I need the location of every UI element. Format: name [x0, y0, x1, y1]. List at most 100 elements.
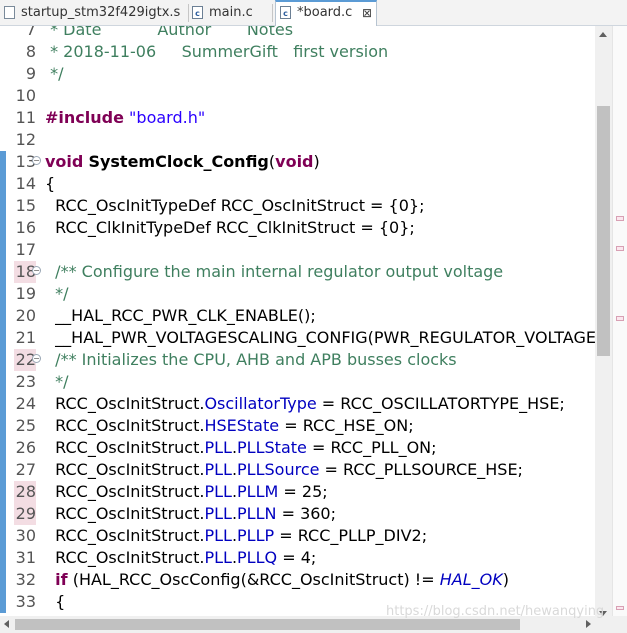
code-line[interactable]: 18− /** Configure the main internal regu…: [0, 261, 595, 283]
fold-toggle-icon[interactable]: −: [32, 266, 41, 275]
code-text: * Date Author Notes: [45, 26, 293, 41]
code-line[interactable]: 23 */: [0, 371, 595, 393]
code-text: {: [45, 173, 55, 195]
horizontal-scroll-thumb[interactable]: [15, 619, 520, 630]
line-number: 29: [14, 503, 36, 525]
code-token: = RCC_HSE_ON;: [279, 416, 414, 435]
tab-separator: [272, 4, 273, 22]
code-line[interactable]: 11 #include "board.h": [0, 107, 595, 129]
code-token: void: [275, 152, 314, 171]
code-line[interactable]: 13− void SystemClock_Config(void): [0, 151, 595, 173]
change-bar: [0, 217, 6, 239]
tab-main-c[interactable]: c main.c: [192, 2, 270, 26]
code-text: RCC_OscInitStruct.PLL.PLLSource = RCC_PL…: [45, 459, 523, 481]
code-token: */: [45, 372, 69, 391]
code-token: = 25;: [278, 482, 328, 501]
change-bar: [0, 525, 6, 547]
editor-tab-bar: startup_stm32f429igtx.s c main.c c *board.…: [0, 0, 627, 27]
line-number: 14: [15, 174, 36, 193]
change-bar: [0, 503, 6, 525]
line-number: 17: [15, 240, 36, 259]
code-token: {: [45, 174, 56, 193]
occurrence-marker[interactable]: [616, 316, 624, 321]
line-number: 24: [15, 394, 36, 413]
code-token: HAL_OK: [439, 570, 503, 589]
line-number: 27: [15, 460, 36, 479]
code-line[interactable]: 28 RCC_OscInitStruct.PLL.PLLM = 25;: [0, 481, 595, 503]
code-token: __HAL_RCC_PWR_CLK_ENABLE();: [45, 306, 316, 325]
code-editor[interactable]: 7 * Date Author Notes 8 * 2018-11-06 Summ…: [0, 26, 595, 622]
code-token: /** Initializes the CPU, AHB and APB bus…: [45, 350, 457, 369]
occurrence-marker[interactable]: [616, 216, 624, 221]
code-token: PLL: [204, 526, 232, 545]
code-line[interactable]: 24 RCC_OscInitStruct.OscillatorType = RC…: [0, 393, 595, 415]
tab-board-c[interactable]: c *board.c ⊠: [275, 0, 377, 27]
tab-startup-file[interactable]: startup_stm32f429igtx.s: [4, 2, 184, 26]
code-line[interactable]: 8 * 2018-11-06 SummerGift first version: [0, 41, 595, 63]
code-token: PLLM: [237, 482, 279, 501]
scroll-left-icon[interactable]: [4, 620, 9, 628]
code-text: RCC_OscInitStruct.OscillatorType = RCC_O…: [45, 393, 565, 415]
code-line[interactable]: 27 RCC_OscInitStruct.PLL.PLLSource = RCC…: [0, 459, 595, 481]
scroll-right-icon[interactable]: [586, 620, 591, 628]
code-line[interactable]: 17: [0, 239, 595, 261]
occurrence-marker[interactable]: [616, 246, 624, 251]
vertical-scroll-thumb[interactable]: [597, 106, 610, 356]
code-line[interactable]: 20 __HAL_RCC_PWR_CLK_ENABLE();: [0, 305, 595, 327]
code-line[interactable]: 26 RCC_OscInitStruct.PLL.PLLState = RCC_…: [0, 437, 595, 459]
code-line[interactable]: 32 if (HAL_RCC_OscConfig(&RCC_OscInitStr…: [0, 569, 595, 591]
line-number: 7: [25, 26, 36, 39]
line-number: 31: [15, 548, 36, 567]
code-line[interactable]: 14 {: [0, 173, 595, 195]
code-line[interactable]: 29 RCC_OscInitStruct.PLL.PLLN = 360;: [0, 503, 595, 525]
code-text: RCC_OscInitStruct.PLL.PLLN = 360;: [45, 503, 336, 525]
code-line[interactable]: 19 */: [0, 283, 595, 305]
code-text: RCC_ClkInitTypeDef RCC_ClkInitStruct = {…: [45, 217, 415, 239]
code-line[interactable]: 16 RCC_ClkInitTypeDef RCC_ClkInitStruct …: [0, 217, 595, 239]
line-number: 11: [15, 108, 36, 127]
watermark: https://blog.csdn.net/hewanqying: [386, 604, 605, 619]
change-bar: [0, 283, 6, 305]
change-bar: [0, 591, 6, 613]
line-number: 9: [25, 64, 36, 83]
fold-toggle-icon[interactable]: −: [32, 354, 41, 363]
code-token: RCC_OscInitStruct.: [45, 394, 205, 413]
code-token: {: [45, 592, 66, 611]
code-text: */: [45, 63, 63, 85]
change-bar: [0, 151, 6, 173]
overview-ruler[interactable]: [612, 26, 627, 622]
code-line[interactable]: 9 */: [0, 63, 595, 85]
line-number: 19: [15, 284, 36, 303]
occurrence-marker[interactable]: [616, 606, 624, 610]
code-token: */: [45, 64, 64, 83]
change-bar: [0, 85, 6, 107]
code-line[interactable]: 25 RCC_OscInitStruct.HSEState = RCC_HSE_…: [0, 415, 595, 437]
code-line[interactable]: 12: [0, 129, 595, 151]
code-token: */: [45, 284, 69, 303]
change-bar: [0, 349, 6, 371]
code-line[interactable]: 15 RCC_OscInitTypeDef RCC_OscInitStruct …: [0, 195, 595, 217]
fold-toggle-icon[interactable]: −: [32, 156, 41, 165]
code-text: RCC_OscInitStruct.PLL.PLLState = RCC_PLL…: [45, 437, 436, 459]
code-line[interactable]: 7 * Date Author Notes: [0, 26, 595, 41]
code-line[interactable]: 22− /** Initializes the CPU, AHB and APB…: [0, 349, 595, 371]
code-token: PLLP: [237, 526, 275, 545]
code-text: RCC_OscInitStruct.PLL.PLLQ = 4;: [45, 547, 316, 569]
code-token: = 4;: [277, 548, 317, 567]
code-token: RCC_OscInitStruct.: [45, 482, 205, 501]
code-line[interactable]: 31 RCC_OscInitStruct.PLL.PLLQ = 4;: [0, 547, 595, 569]
code-token: HSEState: [204, 416, 280, 435]
code-line[interactable]: 10: [0, 85, 595, 107]
tab-separator: [188, 4, 189, 22]
code-line[interactable]: 21 __HAL_PWR_VOLTAGESCALING_CONFIG(PWR_R…: [0, 327, 595, 349]
code-text: {: [45, 591, 65, 613]
code-line[interactable]: 30 RCC_OscInitStruct.PLL.PLLP = RCC_PLLP…: [0, 525, 595, 547]
vertical-scrollbar[interactable]: [595, 26, 612, 622]
line-number: 20: [15, 306, 36, 325]
line-number: 16: [15, 218, 36, 237]
code-text: __HAL_RCC_PWR_CLK_ENABLE();: [45, 305, 316, 327]
close-tab-icon[interactable]: ⊠: [362, 2, 372, 24]
line-number: 28: [14, 481, 36, 503]
scroll-up-icon[interactable]: [599, 32, 607, 37]
